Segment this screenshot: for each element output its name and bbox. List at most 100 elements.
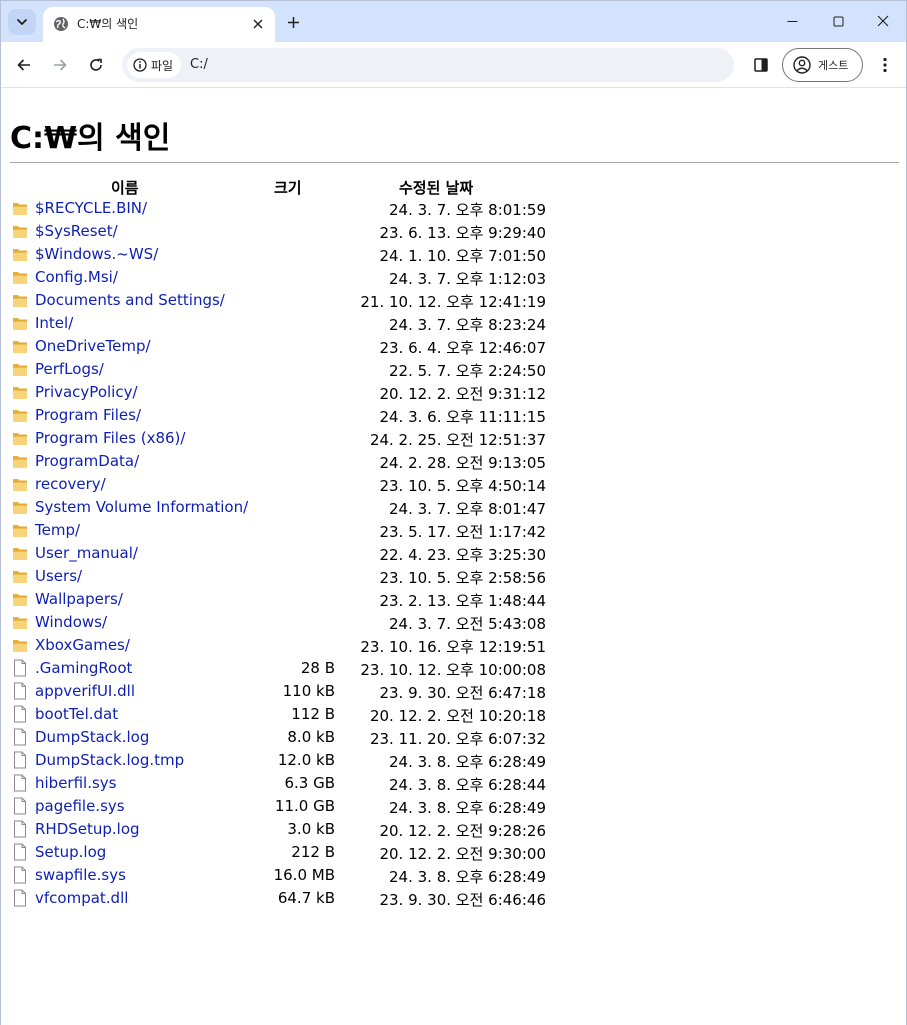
side-panel-button[interactable] [747,51,775,79]
address-bar[interactable]: 파일 C:/ [122,48,734,82]
entry-link[interactable]: hiberfil.sys [35,774,116,792]
list-item: swapfile.sys 16.0 MB 24. 3. 8. 오후 6:28:49 [1,864,601,887]
list-item: .GamingRoot 28 B 23. 10. 12. 오후 10:00:08 [1,657,601,680]
file-icon [12,659,28,677]
file-icon [12,866,28,884]
list-item: Config.Msi/24. 3. 7. 오후 1:12:03 [1,266,601,289]
column-header-date[interactable]: 수정된 날짜 [399,177,473,198]
info-icon [133,58,147,72]
folder-icon [12,314,28,332]
entry-link[interactable]: appverifUI.dll [35,682,135,700]
folder-icon [12,590,28,608]
entry-date: 24. 3. 7. 오전 5:43:08 [389,615,546,633]
column-header-name[interactable]: 이름 [111,177,139,198]
entry-link[interactable]: vfcompat.dll [35,889,128,907]
arrow-left-icon [17,59,30,71]
entry-size: 212 B [291,843,335,861]
entry-link[interactable]: $RECYCLE.BIN/ [35,199,147,217]
entry-link[interactable]: Setup.log [35,843,106,861]
list-item: Temp/23. 5. 17. 오전 1:17:42 [1,519,601,542]
entry-date: 23. 5. 17. 오전 1:17:42 [379,523,546,541]
entry-size: 3.0 kB [287,820,335,838]
folder-icon [12,360,28,378]
entry-date: 24. 1. 10. 오후 7:01:50 [379,247,546,265]
entry-date: 20. 12. 2. 오전 9:30:00 [379,845,546,863]
back-button[interactable] [10,51,38,79]
entry-date: 22. 4. 23. 오후 3:25:30 [379,546,546,564]
entry-link[interactable]: PrivacyPolicy/ [35,383,138,401]
entry-link[interactable]: User_manual/ [35,544,138,562]
menu-button[interactable] [871,51,899,79]
entry-link[interactable]: DumpStack.log [35,728,149,746]
entry-link[interactable]: DumpStack.log.tmp [35,751,184,769]
plus-icon [287,16,299,28]
list-item: $Windows.~WS/24. 1. 10. 오후 7:01:50 [1,243,601,266]
entry-link[interactable]: Windows/ [35,613,107,631]
entry-link[interactable]: OneDriveTemp/ [35,337,151,355]
entry-date: 21. 10. 12. 오후 12:41:19 [360,293,546,311]
tab-active[interactable]: C:₩의 색인 [43,7,275,42]
entry-link[interactable]: Intel/ [35,314,73,332]
list-item: Setup.log 212 B 20. 12. 2. 오전 9:30:00 [1,841,601,864]
entry-date: 23. 10. 12. 오후 10:00:08 [360,661,546,679]
entry-size: 112 B [291,705,335,723]
folder-icon [12,245,28,263]
entry-size: 11.0 GB [274,797,335,815]
entry-link[interactable]: pagefile.sys [35,797,125,815]
list-item: $RECYCLE.BIN/24. 3. 7. 오후 8:01:59 [1,197,601,220]
entry-date: 23. 2. 13. 오후 1:48:44 [379,592,546,610]
site-info-chip[interactable]: 파일 [127,52,181,78]
new-tab-button[interactable] [282,11,304,33]
list-item: bootTel.dat 112 B 20. 12. 2. 오전 10:20:18 [1,703,601,726]
entry-link[interactable]: $SysReset/ [35,222,118,240]
forward-button[interactable] [46,51,74,79]
reload-button[interactable] [82,51,110,79]
globe-icon [54,17,68,31]
url-text[interactable]: C:/ [190,57,208,72]
entry-link[interactable]: bootTel.dat [35,705,118,723]
tab-search-button[interactable] [8,9,36,35]
list-item: PrivacyPolicy/20. 12. 2. 오전 9:31:12 [1,381,601,404]
list-item: PerfLogs/22. 5. 7. 오후 2:24:50 [1,358,601,381]
entry-link[interactable]: RHDSetup.log [35,820,140,838]
file-icon [12,774,28,792]
maximize-button[interactable] [815,7,861,35]
entry-link[interactable]: Wallpapers/ [35,590,123,608]
entry-date: 20. 12. 2. 오전 9:28:26 [379,822,546,840]
window-close-button[interactable] [860,7,906,35]
folder-icon [12,268,28,286]
title-divider [10,162,899,163]
tab-close-button[interactable] [249,15,267,33]
page-title: C:₩의 색인 [10,121,171,156]
file-icon [12,705,28,723]
folder-icon [12,498,28,516]
entry-link[interactable]: recovery/ [35,475,106,493]
entry-link[interactable]: Program Files/ [35,406,141,424]
entry-date: 23. 10. 5. 오후 2:58:56 [379,569,546,587]
entry-link[interactable]: .GamingRoot [35,659,132,677]
tab-strip: C:₩의 색인 [1,1,906,42]
entry-link[interactable]: Documents and Settings/ [35,291,225,309]
entry-link[interactable]: XboxGames/ [35,636,130,654]
entry-link[interactable]: System Volume Information/ [35,498,248,516]
list-item: Program Files (x86)/ 24. 2. 25. 오전 12:51:… [1,427,601,450]
minimize-button[interactable] [769,7,815,35]
entry-link[interactable]: Program Files (x86)/ [35,429,185,447]
entry-link[interactable]: PerfLogs/ [35,360,104,378]
entry-date: 24. 3. 7. 오후 8:01:47 [389,500,546,518]
entry-link[interactable]: swapfile.sys [35,866,126,884]
entry-link[interactable]: ProgramData/ [35,452,139,470]
entry-link[interactable]: $Windows.~WS/ [35,245,158,263]
entry-link[interactable]: Temp/ [35,521,80,539]
column-header-size[interactable]: 크기 [274,177,302,198]
profile-button[interactable]: 게스트 [782,48,863,82]
list-item: ProgramData/24. 2. 28. 오전 9:13:05 [1,450,601,473]
list-item: Users/23. 10. 5. 오후 2:58:56 [1,565,601,588]
file-icon [12,728,28,746]
entry-date: 24. 3. 7. 오후 8:01:59 [389,201,546,219]
list-item: Intel/24. 3. 7. 오후 8:23:24 [1,312,601,335]
chevron-down-icon [17,19,27,25]
folder-icon [12,291,28,309]
entry-link[interactable]: Users/ [35,567,82,585]
entry-link[interactable]: Config.Msi/ [35,268,118,286]
